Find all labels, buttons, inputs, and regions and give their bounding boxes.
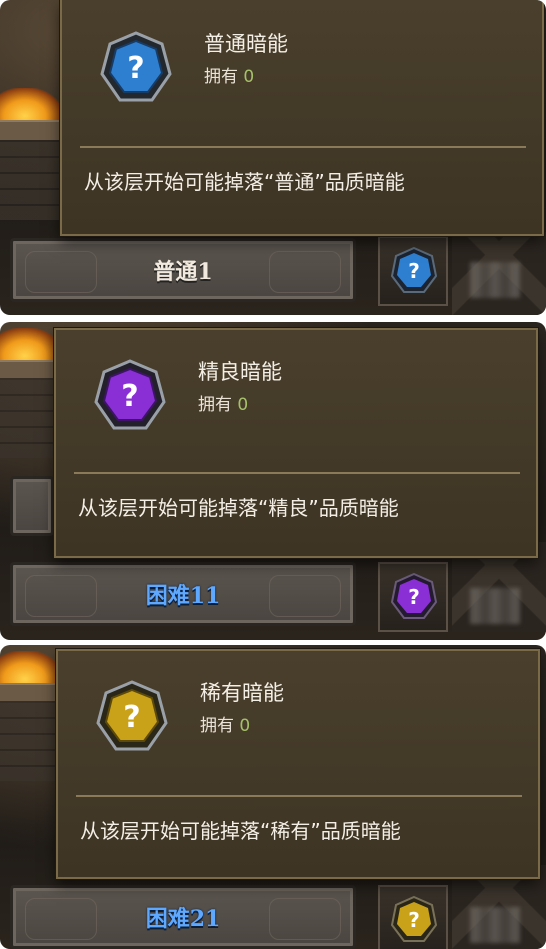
owned-label: 拥有 [198,395,232,415]
question-gem-icon: ? [98,30,174,106]
level-button-label: 普通1 [153,259,213,285]
owned-count: 拥有 0 [200,711,250,736]
screenshot-panel-rare: 困难21 ? ? 稀有暗能 拥有 0 从该层开始可能掉落“稀有”品质暗能 [0,645,546,949]
screenshot-panel-fine: 困难11 ? ? 精良暗能 拥有 0 从该层开始可能掉落“精良”品质暗能 [0,322,546,640]
tooltip-divider [76,795,522,797]
item-description: 从该层开始可能掉落“精良”品质暗能 [78,496,399,520]
level-button-partial[interactable] [10,476,54,536]
brazier [0,683,60,703]
button-ornament-left [25,575,97,617]
item-name: 稀有暗能 [200,681,284,705]
brazier [0,120,60,140]
level-button-label: 困难21 [145,906,221,932]
item-tooltip-fine: ? 精良暗能 拥有 0 从该层开始可能掉落“精良”品质暗能 [54,328,538,558]
owned-count: 拥有 0 [198,390,248,415]
owned-number: 0 [243,67,255,87]
blurred-area [470,262,520,298]
question-gem-icon: ? [92,358,168,434]
question-gem-icon: ? [390,572,438,622]
item-description: 从该层开始可能掉落“稀有”品质暗能 [80,819,401,843]
owned-number: 0 [239,716,251,736]
owned-label: 拥有 [200,716,234,736]
owned-count: 拥有 0 [204,62,254,87]
reward-slot[interactable]: ? [378,236,448,306]
level-button-label: 困难11 [145,583,221,609]
svg-text:?: ? [123,700,140,735]
screenshot-panel-common: 普通1 ? ? 普通暗能 拥有 0 从该层开始可能掉落“普通”品质暗能 [0,0,546,315]
question-gem-icon: ? [390,895,438,945]
brazier [0,360,60,380]
item-tooltip-common: ? 普通暗能 拥有 0 从该层开始可能掉落“普通”品质暗能 [60,0,544,236]
reward-slot[interactable]: ? [378,562,448,632]
button-ornament-left [25,898,97,940]
button-ornament-right [269,251,341,293]
svg-text:?: ? [121,379,138,414]
question-gem-icon: ? [94,679,170,755]
level-button-hard-21[interactable]: 困难21 [10,885,356,949]
button-ornament-left [25,251,97,293]
svg-text:?: ? [408,259,420,283]
blurred-area [470,588,520,624]
item-description: 从该层开始可能掉落“普通”品质暗能 [84,170,405,194]
level-button-common-1[interactable]: 普通1 [10,238,356,302]
owned-label: 拥有 [204,67,238,87]
tooltip-divider [74,472,520,474]
button-ornament-right [269,898,341,940]
reward-slot[interactable]: ? [378,885,448,949]
svg-text:?: ? [127,51,144,86]
owned-number: 0 [237,395,249,415]
item-name: 精良暗能 [198,360,282,384]
svg-text:?: ? [408,585,420,609]
item-tooltip-rare: ? 稀有暗能 拥有 0 从该层开始可能掉落“稀有”品质暗能 [56,649,540,879]
question-gem-icon: ? [390,246,438,296]
svg-text:?: ? [408,908,420,932]
tooltip-divider [80,146,526,148]
item-name: 普通暗能 [204,32,288,56]
button-ornament-right [269,575,341,617]
blurred-area [470,907,520,943]
level-button-hard-11[interactable]: 困难11 [10,562,356,626]
